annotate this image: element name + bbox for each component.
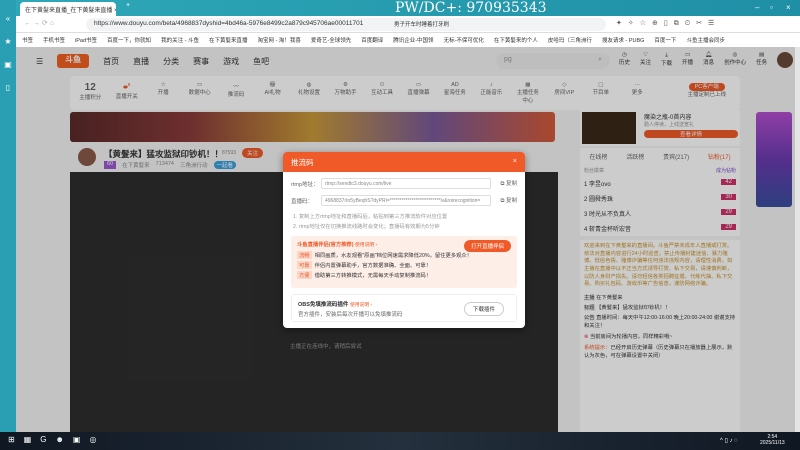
bookmark[interactable]: 在下黄髮来的个人 [494, 36, 538, 44]
open-companion-button[interactable]: 打开直播伴侣 [463, 240, 511, 252]
scrollbar[interactable] [795, 47, 800, 432]
bookmark[interactable]: 无标-不保可优化 [444, 36, 484, 44]
feature: 可靠 伴侣内置弹幕助手，官方数据准确、全面、可靠！ [297, 261, 432, 269]
nav-buttons[interactable]: ← → ⟳ ⌂ [24, 19, 54, 27]
bookmark[interactable]: 百度一下，你就知 [107, 36, 151, 44]
tip-2: 2. rtmp地址仅在切换推流线路时会变化；直播码有效期为5分钟 [293, 224, 440, 230]
bookmark[interactable]: 在下黄髮来直播 [209, 36, 248, 44]
companion-card: 斗鱼直播伴侣(官方推荐) 使用说明 › 打开直播伴侣 流畅 相同画质，水友观看"原… [291, 236, 517, 288]
bookmark[interactable]: 淘宝网 - 淘！我喜 [257, 36, 300, 44]
taskbar: ⊞▦G☻▣◎ ^ ▯ ♪ ◌ 2:54 2025/11/13 [0, 432, 800, 450]
close-icon[interactable]: × [513, 156, 517, 165]
bookmark[interactable]: 百度翻译 [361, 36, 383, 44]
phone-icon[interactable]: ▯ [0, 83, 16, 92]
tab-title: 在下黄髮来直播_在下黄髮来直播 [25, 8, 113, 14]
modal-title: 推流码 [291, 158, 314, 167]
extension-icons[interactable]: ✦✧☆⊕▯⧉⏲✂☰ [616, 19, 720, 28]
bookmarks-bar: 书签 手机书签 iPad书签 百度一下，你就知 我的关注 - 斗鱼 在下黄髮来直播 淘宝网 … [16, 33, 800, 47]
browser-sidebar: « ★ ▣ ▯ [0, 0, 16, 432]
address-row: ← → ⟳ ⌂ https://www.douyu.com/beta/49688… [16, 16, 800, 33]
new-tab-button[interactable]: + [126, 2, 130, 9]
bookmark[interactable]: 斗鱼主播会同步 [686, 36, 725, 44]
feature: 流畅 相同画质，水友观看"原画"档位网速需求降低20%，留住更多观众！ [297, 251, 472, 259]
code-label: 直播码： [291, 198, 314, 205]
maximize-button[interactable]: ▫ [770, 3, 773, 12]
bookmark[interactable]: 皮哈玛（三角洲行 [548, 36, 592, 44]
copy-code-button[interactable]: ⧉ 复制 [491, 196, 517, 205]
obs-title: OBS免填推流码插件 [298, 302, 349, 308]
url-bar[interactable]: https://www.douyu.com/beta/4968837dyshid… [86, 18, 606, 31]
bookmark[interactable]: 腾讯企业-中国领 [393, 36, 433, 44]
rtmp-label: rtmp地址： [291, 181, 319, 188]
bookmark[interactable]: 搜友请求 - PUBG [602, 36, 644, 44]
companion-title: 斗鱼直播伴侣(官方推荐) [297, 242, 354, 248]
star-icon[interactable]: ★ [0, 37, 16, 46]
download-plugin-button[interactable]: 下载插件 [463, 302, 504, 316]
watermark: PW/DC+: 970935343 [395, 0, 547, 16]
stream-code-field[interactable]: 4968837rIn5yBeqhS?dyPRI=****************… [321, 195, 491, 206]
close-window-button[interactable]: × [786, 3, 791, 12]
bookmark[interactable]: 书签 [22, 36, 33, 44]
usage-link[interactable]: 使用说明 › [355, 243, 377, 248]
bookmark[interactable]: 爱奇艺-全球领先 [311, 36, 351, 44]
push-stream-modal: 推流码 × rtmp地址： rtmp://sendtc3.douyu.com/liv… [283, 152, 525, 328]
sidebar-toggle-icon[interactable]: « [0, 14, 16, 23]
minimize-button[interactable]: – [755, 3, 759, 12]
tray-icons[interactable]: ^ ▯ ♪ ◌ [720, 437, 738, 444]
obs-usage-link[interactable]: 使用说明 › [350, 303, 372, 308]
folder-icon[interactable]: ▣ [0, 60, 16, 69]
clock[interactable]: 2:54 2025/11/13 [760, 434, 785, 446]
browser-tab[interactable]: 在下黄髮来直播_在下黄髮来直播 × [20, 2, 116, 16]
bookmark[interactable]: 百度一下 [654, 36, 676, 44]
news-ticker[interactable]: 男子开车时睡着打牙刷 [388, 18, 478, 31]
feature: 方便 借助第三方转推模式，无需每天手动复制推流码！ [297, 271, 432, 279]
rtmp-field[interactable]: rtmp://sendtc3.douyu.com/live [321, 178, 491, 189]
bookmark[interactable]: 我的关注 - 斗鱼 [161, 36, 199, 44]
taskbar-apps[interactable]: ⊞▦G☻▣◎ [8, 435, 105, 444]
tip-1: 1. 复制上方rtmp地址和直播码后，粘贴到第三方推流软件对应位置 [293, 214, 448, 220]
copy-rtmp-button[interactable]: ⧉ 复制 [491, 179, 517, 188]
bookmark[interactable]: 手机书签 [43, 36, 65, 44]
modal-header: 推流码 × [283, 152, 525, 172]
bookmark[interactable]: iPad书签 [75, 36, 97, 44]
obs-card: OBS免填推流码插件 使用说明 › 官方插件，安装后每次开播可以免填推流码 下载… [291, 294, 517, 322]
